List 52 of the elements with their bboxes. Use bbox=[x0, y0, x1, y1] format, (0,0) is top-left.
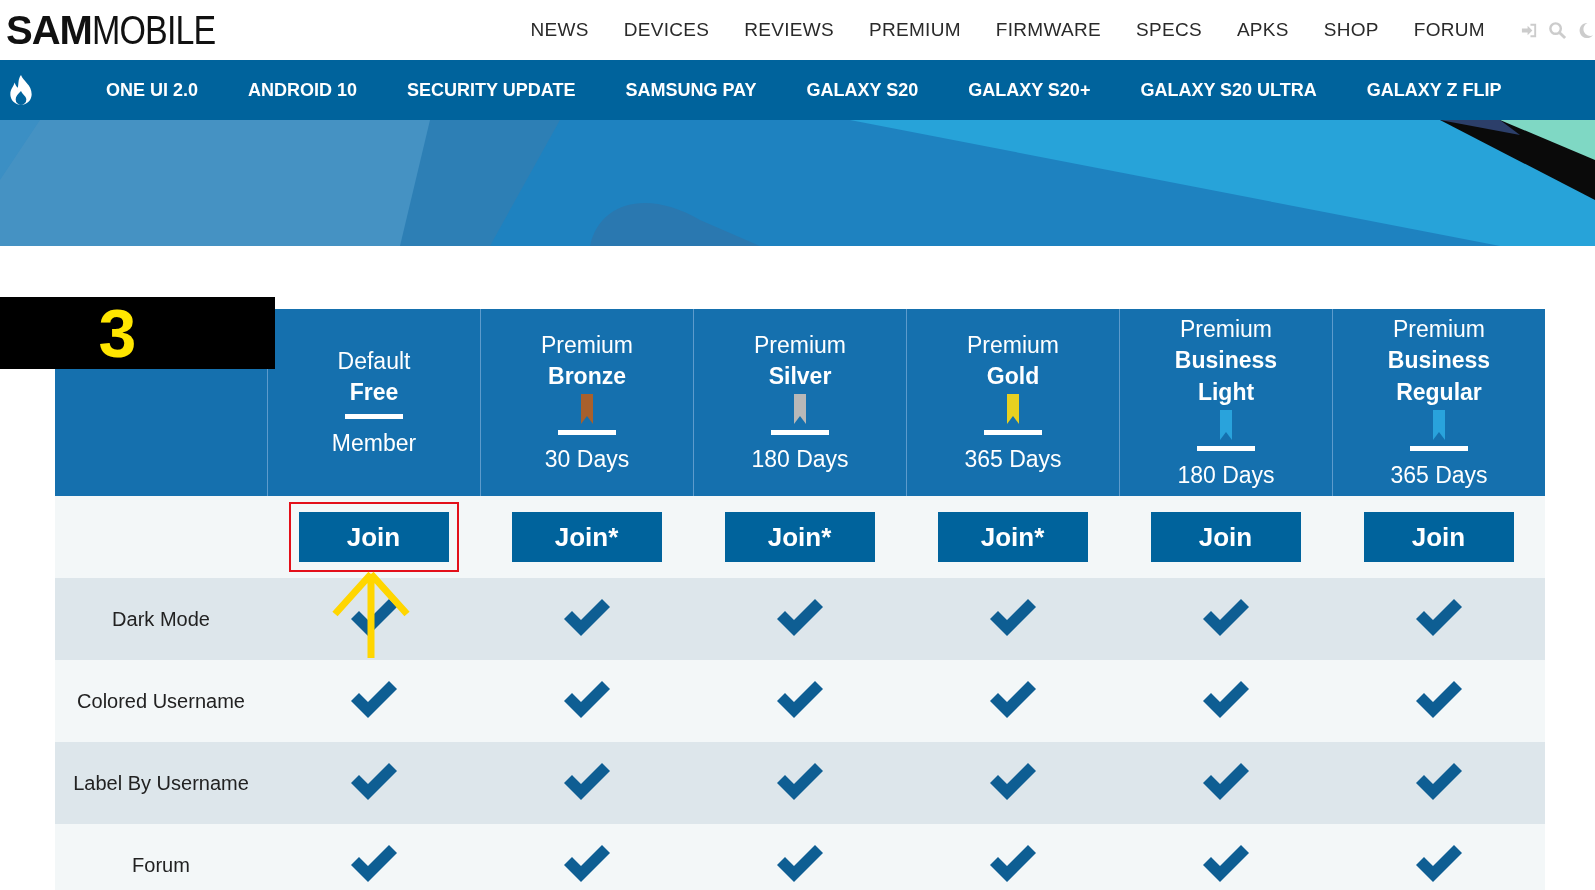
nav-link[interactable]: NEWS bbox=[530, 19, 589, 41]
plan-duration: 180 Days bbox=[1177, 461, 1275, 490]
topic-link[interactable]: GALAXY S20 bbox=[806, 79, 919, 101]
nav-link[interactable]: SHOP bbox=[1323, 19, 1379, 41]
flame-icon[interactable] bbox=[8, 74, 34, 106]
plan-name: Regular bbox=[1396, 378, 1482, 407]
plan-label: Premium bbox=[754, 331, 846, 360]
plan-label: Premium bbox=[1180, 315, 1272, 344]
plan-duration: 365 Days bbox=[964, 445, 1062, 474]
plan-name: Silver bbox=[768, 362, 832, 391]
topic-link[interactable]: ONE UI 2.0 bbox=[106, 79, 199, 101]
nav-link[interactable]: REVIEWS bbox=[744, 19, 834, 41]
nav-link[interactable]: PREMIUM bbox=[869, 19, 961, 41]
topic-link[interactable]: SAMSUNG PAY bbox=[625, 79, 757, 101]
topic-link[interactable]: GALAXY S20 ULTRA bbox=[1140, 79, 1317, 101]
topic-link[interactable]: GALAXY Z FLIP bbox=[1366, 79, 1502, 101]
join-button[interactable]: Join* bbox=[724, 512, 875, 562]
nav-link[interactable]: FIRMWARE bbox=[995, 19, 1101, 41]
arrow-icon bbox=[331, 570, 411, 660]
plan-duration: 180 Days bbox=[751, 445, 849, 474]
step-number-label: 3 bbox=[0, 297, 275, 369]
feature-name: Dark Mode bbox=[55, 578, 267, 660]
plan-name: Bronze bbox=[548, 362, 626, 391]
plan-name: Business bbox=[1387, 346, 1491, 375]
join-button[interactable]: Join* bbox=[511, 512, 662, 562]
join-button[interactable]: Join* bbox=[937, 512, 1088, 562]
plan-name: Light bbox=[1197, 378, 1255, 407]
plan-label: Default bbox=[337, 347, 411, 376]
topic-link[interactable]: SECURITY UPDATE bbox=[407, 79, 576, 101]
topic-link[interactable]: ANDROID 10 bbox=[248, 79, 358, 101]
nav-link[interactable]: DEVICES bbox=[623, 19, 710, 41]
plan-duration: Member bbox=[331, 429, 417, 458]
plan-name: Business bbox=[1174, 346, 1278, 375]
feature-name: Label By Username bbox=[55, 742, 267, 824]
plan-name: Gold bbox=[986, 362, 1040, 391]
topic-link[interactable]: GALAXY S20+ bbox=[968, 79, 1091, 101]
feature-name: Colored Username bbox=[55, 660, 267, 742]
join-button[interactable]: Join bbox=[298, 512, 449, 562]
nav-link[interactable]: FORUM bbox=[1413, 19, 1485, 41]
plan-label: Premium bbox=[541, 331, 633, 360]
plan-duration: 30 Days bbox=[544, 445, 630, 474]
plan-name: Free bbox=[349, 378, 399, 407]
site-logo[interactable]: SAMMOBILE bbox=[6, 7, 238, 53]
join-button[interactable]: Join bbox=[1150, 512, 1301, 562]
plan-duration: 365 Days bbox=[1390, 461, 1488, 490]
join-button[interactable]: Join bbox=[1363, 512, 1514, 562]
plan-label: Premium bbox=[967, 331, 1059, 360]
search-icon[interactable] bbox=[1548, 20, 1567, 40]
plan-label: Premium bbox=[1393, 315, 1485, 344]
feature-name: Forum bbox=[55, 824, 267, 890]
nav-link[interactable]: SPECS bbox=[1135, 19, 1202, 41]
nav-link[interactable]: APKS bbox=[1236, 19, 1289, 41]
